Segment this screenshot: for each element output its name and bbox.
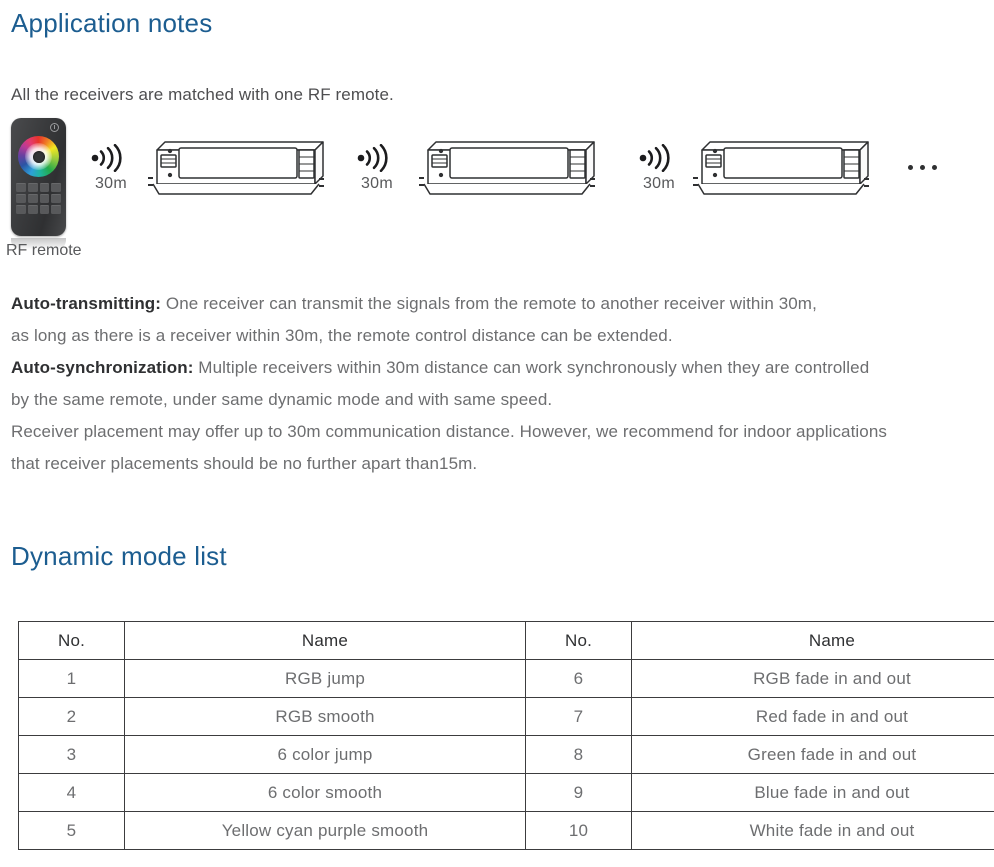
mode-number-cell: 7 (525, 697, 632, 736)
note-body: by the same remote, under same dynamic m… (11, 390, 553, 409)
mode-number-cell: 2 (18, 697, 125, 736)
mode-name-cell: Green fade in and out (631, 735, 994, 774)
ellipsis-dot (908, 165, 913, 170)
mode-name-cell: Red fade in and out (631, 697, 994, 736)
note-line: Receiver placement may offer up to 30m c… (11, 416, 986, 448)
rf-signal-icon (357, 144, 388, 172)
remote-key (51, 194, 61, 203)
table-header-cell: Name (631, 621, 994, 660)
remote-key (27, 183, 38, 192)
note-body: that receiver placements should be no fu… (11, 454, 478, 473)
ellipsis-dot (932, 165, 937, 170)
led-receiver-device (145, 138, 335, 213)
rf-signal-icon (639, 144, 670, 172)
ellipsis-dot (920, 165, 925, 170)
mode-name-cell: RGB fade in and out (631, 659, 994, 698)
remote-key (39, 194, 50, 203)
remote-key (39, 205, 50, 214)
mode-name-cell: RGB smooth (124, 697, 526, 736)
table-header-row: No. Name No. Name (18, 621, 994, 660)
mode-number-cell: 3 (18, 735, 125, 774)
table-header-cell: Name (124, 621, 526, 660)
note-line: Auto-transmitting: One receiver can tran… (11, 288, 986, 320)
remote-key (27, 194, 38, 203)
intro-text: All the receivers are matched with one R… (11, 85, 394, 104)
remote-key (16, 183, 26, 192)
table-row: 3 6 color jump 8 Green fade in and out (18, 735, 994, 774)
remote-key (16, 205, 26, 214)
table-row: 1 RGB jump 6 RGB fade in and out (18, 659, 994, 698)
mode-name-cell: Yellow cyan purple smooth (124, 811, 526, 850)
mode-name-cell: Blue fade in and out (631, 773, 994, 812)
rf-remote-label: RF remote (6, 242, 82, 259)
note-body: as long as there is a receiver within 30… (11, 326, 673, 345)
signal-group-1: 30m (82, 144, 140, 193)
signal-group-3: 30m (630, 144, 688, 193)
mode-name-cell: 6 color jump (124, 735, 526, 774)
note-line: that receiver placements should be no fu… (11, 448, 986, 480)
led-receiver-device (416, 138, 606, 213)
remote-key (16, 194, 26, 203)
mode-number-cell: 9 (525, 773, 632, 812)
mode-name-cell: White fade in and out (631, 811, 994, 850)
color-wheel-icon (18, 136, 59, 177)
mode-number-cell: 4 (18, 773, 125, 812)
led-receiver-device (690, 138, 880, 213)
note-label: Auto-transmitting: (11, 294, 162, 313)
ellipsis-indicator (908, 165, 937, 170)
page-title-application-notes: Application notes (11, 8, 213, 38)
signal-group-2: 30m (348, 144, 406, 193)
note-line: Auto-synchronization: Multiple receivers… (11, 352, 986, 384)
application-diagram: RF remote 30m 30m 30m (0, 110, 994, 265)
table-row: 5 Yellow cyan purple smooth 10 White fad… (18, 811, 994, 850)
signal-distance-label: 30m (94, 175, 128, 192)
table-header-cell: No. (18, 621, 125, 660)
page-title-dynamic-mode-list: Dynamic mode list (11, 541, 227, 571)
note-body: Multiple receivers within 30m distance c… (193, 358, 870, 377)
rf-signal-icon (91, 144, 122, 172)
mode-name-cell: 6 color smooth (124, 773, 526, 812)
mode-number-cell: 8 (525, 735, 632, 774)
table-header-cell: No. (525, 621, 632, 660)
power-icon (50, 123, 59, 132)
mode-number-cell: 1 (18, 659, 125, 698)
note-label: Auto-synchronization: (11, 358, 194, 377)
table-row: 4 6 color smooth 9 Blue fade in and out (18, 773, 994, 812)
remote-key (27, 205, 38, 214)
note-body: One receiver can transmit the signals fr… (161, 294, 817, 313)
remote-key (39, 183, 50, 192)
remote-keypad (16, 183, 61, 214)
mode-number-cell: 5 (18, 811, 125, 850)
mode-number-cell: 10 (525, 811, 632, 850)
dynamic-mode-table: No. Name No. Name 1 RGB jump 6 RGB fade … (18, 621, 994, 850)
mode-name-cell: RGB jump (124, 659, 526, 698)
remote-key (51, 205, 61, 214)
rf-remote-device (11, 118, 66, 236)
table-row: 2 RGB smooth 7 Red fade in and out (18, 697, 994, 736)
signal-distance-label: 30m (360, 175, 394, 192)
signal-distance-label: 30m (642, 175, 676, 192)
remote-key (51, 183, 61, 192)
note-line: by the same remote, under same dynamic m… (11, 384, 986, 416)
note-body: Receiver placement may offer up to 30m c… (11, 422, 888, 441)
application-notes-text: Auto-transmitting: One receiver can tran… (11, 288, 986, 480)
note-line: as long as there is a receiver within 30… (11, 320, 986, 352)
mode-number-cell: 6 (525, 659, 632, 698)
